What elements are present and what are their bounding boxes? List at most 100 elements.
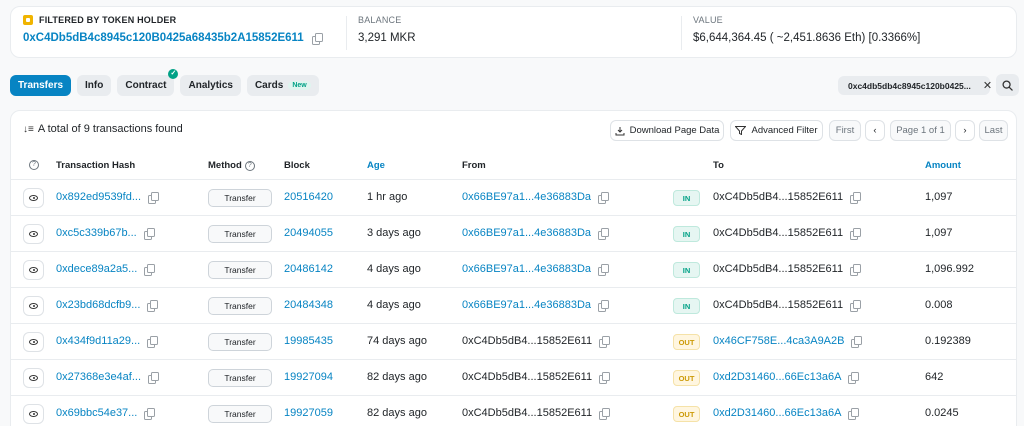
age-text: 82 days ago [367,371,427,383]
tx-hash-link[interactable]: 0x23bd68dcfb9... [56,299,140,311]
holder-address-link[interactable]: 0xC4Db5dB4c8945c120B0425a68435b2A15852E6… [23,32,304,44]
value-amount: $6,644,364.45 ( ~2,451.8636 Eth) [0.3366… [693,32,921,44]
direction-badge: OUT [673,370,700,386]
from-address: 0xC4Db5dB4...15852E611 [462,407,593,419]
col-amount[interactable]: Amount [925,160,961,171]
token-holder-icon [23,15,33,25]
age-text: 82 days ago [367,407,427,419]
value-label: VALUE [693,15,723,25]
from-address[interactable]: 0x66BE97a1...4e36883Da [462,227,591,239]
block-link[interactable]: 20516420 [284,191,333,203]
address-filter-chip[interactable]: 0xc4db5db4c8945c120b0425... ✕ [838,76,992,95]
method-badge: Transfer [208,297,272,315]
to-address[interactable]: 0x46CF758E...4ca3A9A2B [713,335,844,347]
holder-section: FILTERED BY TOKEN HOLDER 0xC4Db5dB4c8945… [23,15,323,45]
copy-icon[interactable] [599,407,611,420]
col-age[interactable]: Age [367,160,385,171]
direction-badge: OUT [673,334,700,350]
age-text: 1 hr ago [367,191,408,203]
copy-icon[interactable] [848,371,860,384]
copy-icon[interactable] [144,407,156,420]
to-address: 0xC4Db5dB4...15852E611 [713,227,844,239]
col-method: Method ? [208,160,255,171]
copy-icon[interactable] [147,335,159,348]
from-address[interactable]: 0x66BE97a1...4e36883Da [462,299,591,311]
next-page-button[interactable]: › [955,120,975,141]
balance-value: 3,291 MKR [358,32,416,44]
tx-hash-link[interactable]: 0x69bbc54e37... [56,407,137,419]
transactions-card: ↓≡ A total of 9 transactions found Downl… [10,110,1017,426]
tx-hash-link[interactable]: 0xdece89a2a5... [56,263,137,275]
tab-analytics[interactable]: Analytics [180,75,241,96]
help-icon[interactable]: ? [29,160,39,170]
tx-hash-link[interactable]: 0xc5c339b67b... [56,227,137,239]
copy-icon[interactable] [599,335,611,348]
col-to: To [713,160,724,171]
amount-value: 0.0245 [925,407,959,419]
copy-icon[interactable] [599,371,611,384]
tx-hash-link[interactable]: 0x434f9d11a29... [56,335,140,347]
copy-icon[interactable] [598,299,610,312]
view-details-button[interactable] [23,368,44,388]
copy-icon[interactable] [850,263,862,276]
copy-icon[interactable] [850,227,862,240]
help-icon[interactable]: ? [244,160,255,171]
copy-icon[interactable] [598,263,610,276]
tab-contract[interactable]: Contract ✓ [117,69,179,96]
method-badge: Transfer [208,333,272,351]
chevron-left-icon: ‹ [873,125,877,136]
copy-icon[interactable] [147,299,159,312]
copy-icon[interactable] [148,191,160,204]
advanced-filter-button[interactable]: Advanced Filter [730,120,823,141]
table-header: ? Transaction Hash Method ? Block Age Fr… [11,155,1016,177]
prev-page-button[interactable]: ‹ [865,120,885,141]
copy-icon[interactable] [598,191,610,204]
close-icon[interactable]: ✕ [983,79,992,92]
col-from: From [462,160,486,171]
tx-hash-link[interactable]: 0x892ed9539fd... [56,191,141,203]
block-link[interactable]: 20494055 [284,227,333,239]
first-page-button[interactable]: First [829,120,861,141]
copy-icon[interactable] [850,191,862,204]
view-details-button[interactable] [23,188,44,208]
eye-icon [29,303,38,309]
copy-icon[interactable] [850,299,862,312]
tab-info[interactable]: Info [77,75,112,96]
from-address: 0xC4Db5dB4...15852E611 [462,371,593,383]
age-text: 4 days ago [367,263,421,275]
search-button[interactable] [996,74,1019,96]
view-details-button[interactable] [23,332,44,352]
download-page-data-button[interactable]: Download Page Data [610,120,724,141]
copy-icon[interactable] [144,263,156,276]
divider [681,16,682,50]
block-link[interactable]: 19927059 [284,407,333,419]
tab-cards[interactable]: Cards New [246,75,319,96]
eye-icon [29,375,38,381]
tx-hash-link[interactable]: 0x27368e3e4af... [56,371,141,383]
copy-icon[interactable] [143,227,155,240]
view-details-button[interactable] [23,404,44,424]
to-address[interactable]: 0xd2D31460...66Ec13a6A [713,407,841,419]
from-address[interactable]: 0x66BE97a1...4e36883Da [462,191,591,203]
copy-icon[interactable] [148,371,160,384]
from-address[interactable]: 0x66BE97a1...4e36883Da [462,263,591,275]
tab-transfers[interactable]: Transfers [10,75,72,96]
download-icon [615,126,625,135]
block-link[interactable]: 19927094 [284,371,333,383]
copy-icon[interactable] [851,335,863,348]
copy-icon[interactable] [598,227,610,240]
copy-icon[interactable] [311,32,323,45]
view-details-button[interactable] [23,224,44,244]
last-page-button[interactable]: Last [979,120,1008,141]
view-details-button[interactable] [23,296,44,316]
block-link[interactable]: 20484348 [284,299,333,311]
block-link[interactable]: 20486142 [284,263,333,275]
tab-bar: Transfers Info Contract ✓ Analytics Card… [10,69,319,96]
copy-icon[interactable] [848,407,860,420]
to-address[interactable]: 0xd2D31460...66Ec13a6A [713,371,841,383]
view-details-button[interactable] [23,260,44,280]
divider [346,16,347,50]
token-holder-filter-card: FILTERED BY TOKEN HOLDER 0xC4Db5dB4c8945… [10,6,1017,58]
chevron-right-icon: › [963,125,967,136]
block-link[interactable]: 19985435 [284,335,333,347]
